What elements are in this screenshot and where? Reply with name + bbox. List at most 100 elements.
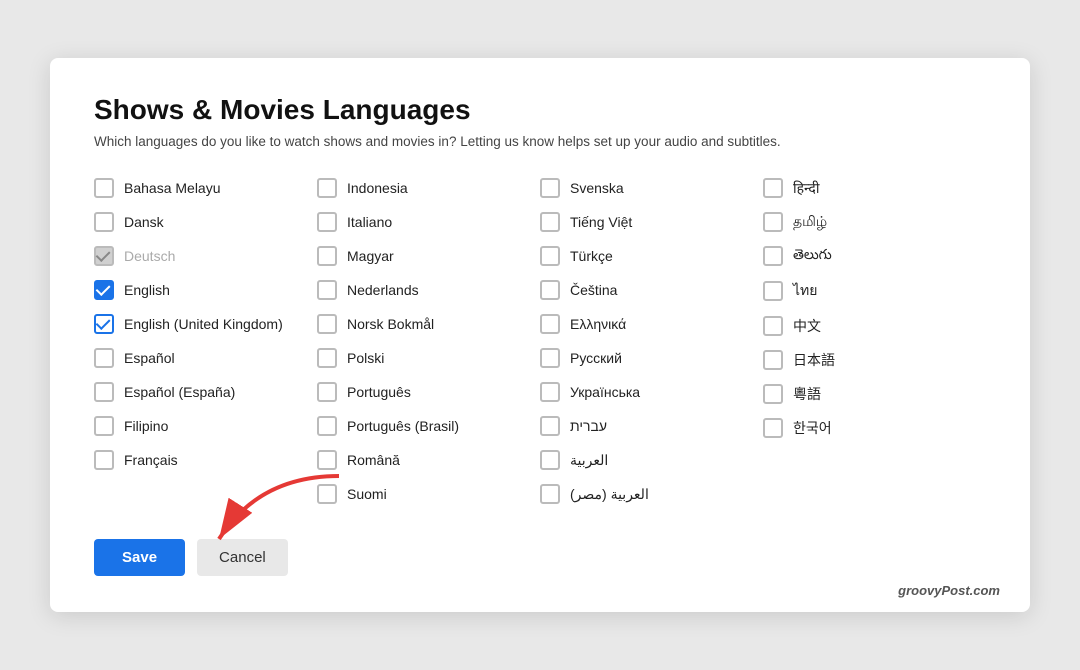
list-item[interactable]: 한국어 [763, 411, 986, 445]
language-label: Svenska [570, 180, 624, 196]
lang-column-2: Svenska Tiếng Việt TürkçeČeštinaΕλληνικάРу… [540, 171, 763, 511]
checkbox[interactable] [94, 212, 114, 232]
checkbox[interactable] [763, 316, 783, 336]
list-item[interactable]: Español (España) [94, 375, 317, 409]
list-item[interactable]: తెలుగు [763, 239, 986, 273]
checkbox[interactable] [763, 178, 783, 198]
checkbox[interactable] [94, 314, 114, 334]
list-item[interactable]: हिन्दी [763, 171, 986, 205]
language-label: Suomi [347, 486, 387, 502]
language-label: Indonesia [347, 180, 408, 196]
list-item[interactable]: Nederlands [317, 273, 540, 307]
list-item[interactable]: Suomi [317, 477, 540, 511]
checkbox[interactable] [763, 281, 783, 301]
checkbox[interactable] [540, 280, 560, 300]
list-item[interactable]: العربية [540, 443, 763, 477]
checkbox[interactable] [763, 418, 783, 438]
checkbox[interactable] [540, 416, 560, 436]
save-button[interactable]: Save [94, 539, 185, 576]
list-item[interactable]: Deutsch [94, 239, 317, 273]
checkbox[interactable] [540, 484, 560, 504]
language-label: 日本語 [793, 350, 835, 370]
language-label: Português (Brasil) [347, 418, 459, 434]
list-item[interactable]: עברית [540, 409, 763, 443]
lang-column-0: Bahasa Melayu Dansk Deutsch EnglishEnglish … [94, 171, 317, 511]
checkbox[interactable] [94, 348, 114, 368]
list-item[interactable]: العربية (مصر) [540, 477, 763, 511]
language-label: العربية [570, 452, 608, 469]
list-item[interactable]: 日本語 [763, 343, 986, 377]
list-item[interactable]: Українська [540, 375, 763, 409]
checkbox[interactable] [94, 178, 114, 198]
list-item[interactable]: Čeština [540, 273, 763, 307]
language-label: العربية (مصر) [570, 486, 649, 503]
language-label: Tiếng Việt [570, 214, 632, 230]
list-item[interactable]: Indonesia [317, 171, 540, 205]
list-item[interactable]: Português [317, 375, 540, 409]
checkbox[interactable] [317, 484, 337, 504]
checkbox[interactable] [763, 384, 783, 404]
lang-column-1: Indonesia Italiano Magyar Nederlands Norsk B… [317, 171, 540, 511]
list-item[interactable]: Türkçe [540, 239, 763, 273]
language-label: 한국어 [793, 418, 832, 438]
list-item[interactable]: Ελληνικά [540, 307, 763, 341]
checkbox[interactable] [540, 450, 560, 470]
checkbox[interactable] [540, 348, 560, 368]
list-item[interactable]: Svenska [540, 171, 763, 205]
checkbox[interactable] [94, 246, 114, 266]
language-label: हिन्दी [793, 179, 819, 198]
list-item[interactable]: Русский [540, 341, 763, 375]
list-item[interactable]: Français [94, 443, 317, 477]
list-item[interactable]: Português (Brasil) [317, 409, 540, 443]
checkbox[interactable] [763, 246, 783, 266]
language-label: Deutsch [124, 248, 175, 264]
checkbox[interactable] [540, 212, 560, 232]
checkbox[interactable] [540, 246, 560, 266]
language-label: Română [347, 452, 400, 468]
checkbox[interactable] [317, 382, 337, 402]
list-item[interactable]: 粵語 [763, 377, 986, 411]
checkbox[interactable] [94, 450, 114, 470]
checkbox[interactable] [317, 416, 337, 436]
list-item[interactable]: Polski [317, 341, 540, 375]
checkbox[interactable] [763, 350, 783, 370]
checkbox[interactable] [317, 348, 337, 368]
language-label: עברית [570, 418, 607, 434]
list-item[interactable]: Norsk Bokmål [317, 307, 540, 341]
checkbox[interactable] [317, 280, 337, 300]
list-item[interactable]: Italiano [317, 205, 540, 239]
list-item[interactable]: Filipino [94, 409, 317, 443]
list-item[interactable]: English [94, 273, 317, 307]
checkbox[interactable] [94, 280, 114, 300]
list-item[interactable]: Español [94, 341, 317, 375]
list-item[interactable]: Magyar [317, 239, 540, 273]
list-item[interactable]: ไทย [763, 273, 986, 309]
language-label: Nederlands [347, 282, 419, 298]
checkbox[interactable] [540, 382, 560, 402]
language-label: Filipino [124, 418, 168, 434]
language-label: Italiano [347, 214, 392, 230]
checkbox[interactable] [94, 382, 114, 402]
language-label: Português [347, 384, 411, 400]
checkbox[interactable] [94, 416, 114, 436]
lang-column-3: हिन्दी தமிழ்తెలుగుไทย中文日本語粵語 한국어 [763, 171, 986, 511]
language-label: 粵語 [793, 384, 821, 404]
list-item[interactable]: Dansk [94, 205, 317, 239]
checkbox[interactable] [317, 178, 337, 198]
list-item[interactable]: Română [317, 443, 540, 477]
checkbox[interactable] [317, 450, 337, 470]
checkbox[interactable] [317, 314, 337, 334]
checkbox[interactable] [763, 212, 783, 232]
page-title: Shows & Movies Languages [94, 94, 986, 126]
cancel-button[interactable]: Cancel [197, 539, 288, 576]
checkbox[interactable] [317, 212, 337, 232]
list-item[interactable]: தமிழ் [763, 205, 986, 239]
checkbox[interactable] [540, 178, 560, 198]
checkbox[interactable] [317, 246, 337, 266]
checkbox[interactable] [540, 314, 560, 334]
list-item[interactable]: 中文 [763, 309, 986, 343]
list-item[interactable]: Tiếng Việt [540, 205, 763, 239]
list-item[interactable]: Bahasa Melayu [94, 171, 317, 205]
language-label: Bahasa Melayu [124, 180, 221, 196]
list-item[interactable]: English (United Kingdom) [94, 307, 317, 341]
